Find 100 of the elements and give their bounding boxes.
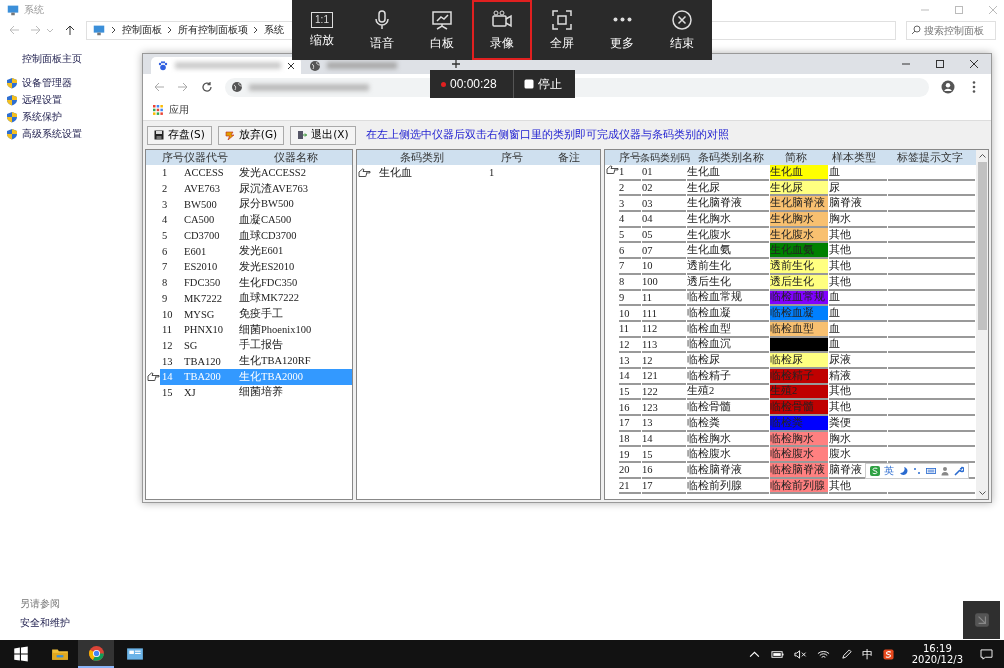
table-cell-text: CA500: [184, 214, 216, 226]
table-cell: 血: [829, 337, 887, 354]
table-cell-text: MYSG: [184, 308, 216, 320]
table-cell-text: MK7222: [184, 292, 223, 304]
table-cell-text: 生化血: [379, 165, 413, 180]
table-cell: 临检血型: [687, 321, 769, 338]
table-cell-text: AVE763: [184, 183, 221, 195]
table-cell: 17: [619, 416, 641, 432]
table-cell: 临检前列腺: [687, 478, 769, 495]
table-cell-text: 13: [161, 355, 174, 367]
table-cell-text: TBA200: [184, 371, 222, 383]
table-cell: 临检腹水: [687, 447, 769, 464]
table-cell-text: 生化FDC350: [239, 275, 299, 290]
table-cell-text: 11: [161, 324, 174, 336]
table-cell: 20: [619, 463, 641, 479]
table-cell: 12: [619, 337, 641, 354]
table-cell-text: 生化TBA120RF: [239, 354, 312, 369]
table-cell-text: 14: [161, 371, 174, 383]
table-cell: 临检骨髓: [687, 400, 769, 416]
table-cell: 其他: [829, 384, 887, 401]
table-cell: 13: [642, 416, 686, 432]
table-cell: 11: [642, 290, 686, 307]
table-cell-text: 血凝CA500: [239, 212, 293, 227]
table-cell-text: ES2010: [184, 261, 219, 273]
table-cell: 122: [642, 384, 686, 401]
table-cell: 03: [642, 196, 686, 213]
color-swatch: 临检血凝: [770, 306, 828, 322]
table-cell: 临检脑脊液: [687, 463, 769, 479]
table-cell: 血: [829, 165, 887, 181]
table-cell: 07: [642, 243, 686, 260]
table-cell: 尿液: [829, 353, 887, 369]
table-cell: 01: [642, 165, 686, 181]
table-cell: 其他: [829, 259, 887, 275]
color-swatch: 临检粪: [770, 416, 828, 432]
window-title: 系统: [24, 3, 44, 17]
table-cell: 111: [642, 306, 686, 322]
table-cell: 血: [829, 290, 887, 307]
table-cell-text: 免疫手工: [239, 307, 284, 322]
table-cell-text: 生化TBA2000: [239, 369, 304, 384]
table-cell: 7: [619, 259, 641, 275]
table-cell: 生化尿: [687, 180, 769, 197]
table-cell-text: 细菌培养: [239, 385, 284, 400]
table-cell-text: XJ: [184, 386, 197, 398]
table-cell: 临检血凝: [687, 306, 769, 322]
table-cell: 脑脊液: [829, 196, 887, 213]
table-cell-text: 2: [161, 183, 169, 195]
table-cell-text: TBA120: [184, 355, 222, 367]
table-cell: 15: [642, 447, 686, 464]
table-cell-text: CD3700: [184, 230, 221, 242]
table-cell: 2: [619, 180, 641, 197]
table-cell: 121: [642, 368, 686, 385]
table-cell: 临检血沉: [687, 337, 769, 354]
table-cell: 粪便: [829, 416, 887, 432]
table-cell: 精液: [829, 368, 887, 385]
table-cell: 其他: [829, 243, 887, 260]
table-cell: 04: [642, 212, 686, 228]
table-cell: 临检血常规: [687, 290, 769, 307]
table-cell: 8: [619, 274, 641, 291]
table-cell-text: 细菌Phoenix100: [239, 322, 313, 337]
table-cell: 19: [619, 447, 641, 464]
table-cell: 14: [642, 431, 686, 448]
table-cell-text: 4: [161, 214, 169, 226]
table-cell-text: 9: [161, 292, 169, 304]
table-cell: 生化血: [687, 165, 769, 181]
table-cell: 生化胸水: [687, 212, 769, 228]
color-swatch: 生化血: [770, 165, 828, 181]
table-cell-text: 尿分BW500: [239, 197, 295, 212]
table-cell-text: 7: [161, 261, 169, 273]
table-cell: 10: [619, 306, 641, 322]
table-cell: 胸水: [829, 212, 887, 228]
color-swatch: 临检腹水: [770, 447, 828, 464]
table-cell-text: FDC350: [184, 277, 222, 289]
recording-time: 00:00:28: [450, 77, 497, 91]
table-cell: 其他: [829, 227, 887, 244]
table-cell: 123: [642, 400, 686, 416]
table-cell-text: 3: [161, 198, 169, 210]
color-swatch: 临检脑脊液: [770, 463, 828, 479]
color-swatch: 透前生化: [770, 259, 828, 275]
table-cell: 透前生化: [687, 259, 769, 275]
table-cell: 02: [642, 180, 686, 197]
table-cell: 临检尿: [687, 353, 769, 369]
color-swatch: 生化脑脊液: [770, 196, 828, 213]
table-cell: 16: [619, 400, 641, 416]
table-cell-text: 发光ACCESS2: [239, 165, 307, 180]
table-cell: 113: [642, 337, 686, 354]
table-cell-text: 血球MK7222: [239, 291, 300, 306]
table-cell: 6: [619, 243, 641, 260]
table-cell: 5: [619, 227, 641, 244]
table-cell: 3: [619, 196, 641, 213]
table-cell: 1: [619, 165, 641, 181]
table-cell: 13: [619, 353, 641, 369]
table-cell: 血: [829, 321, 887, 338]
table-cell: 15: [619, 384, 641, 401]
table-cell: 其他: [829, 400, 887, 416]
table-cell: 临检胸水: [687, 431, 769, 448]
table-cell: 11: [619, 321, 641, 338]
table-cell: 临检精子: [687, 368, 769, 385]
color-swatch: 临检骨髓: [770, 400, 828, 416]
table-cell: 其他: [829, 274, 887, 291]
table-cell: 12: [642, 353, 686, 369]
